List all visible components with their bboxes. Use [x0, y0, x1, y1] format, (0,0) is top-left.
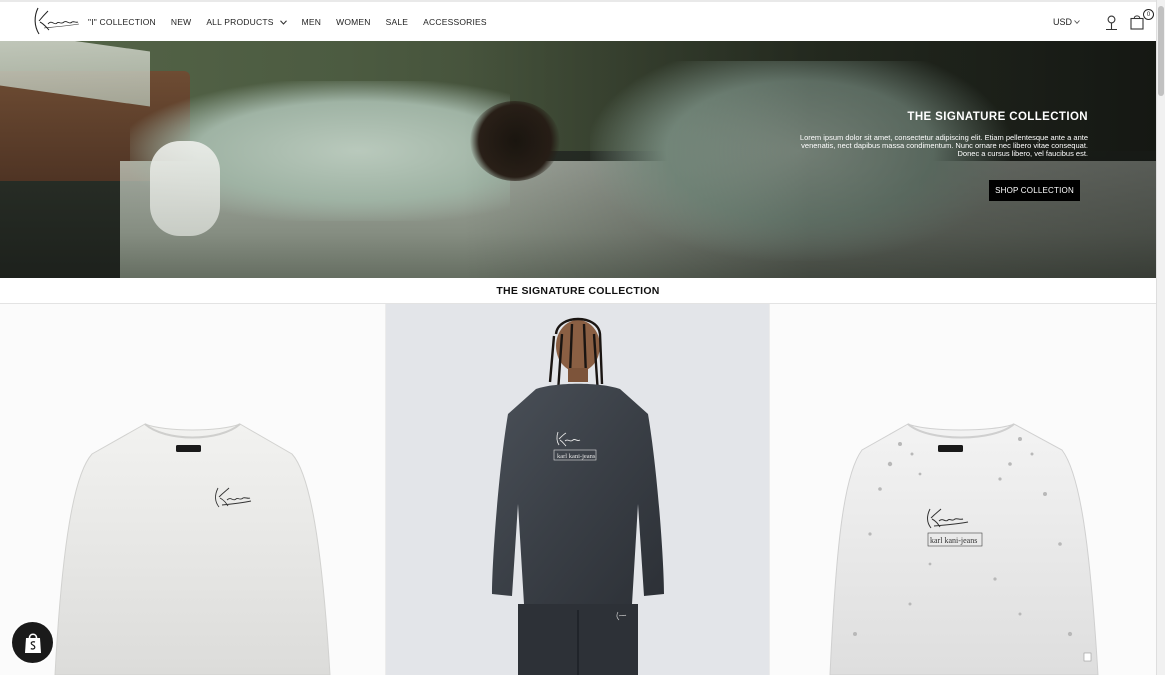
nav-label: All Products — [206, 17, 274, 27]
svg-text:karl kani-jeans: karl kani-jeans — [930, 536, 977, 545]
site-header: "I" Collection New All Products Men Wome… — [0, 0, 1156, 41]
nav-label: "I" Collection — [88, 17, 156, 27]
product-grid: karl kani-jeans karl kani-jeans — [0, 304, 1156, 675]
product-image-distressed-sweatshirt: karl kani-jeans — [829, 423, 1099, 675]
user-icon[interactable] — [1100, 10, 1122, 34]
scrollbar-thumb[interactable] — [1158, 6, 1164, 96]
nav-women[interactable]: Women — [336, 17, 371, 27]
currency-selector[interactable]: USD — [1053, 17, 1080, 27]
hero-overlay — [0, 41, 1156, 278]
product-image-white-sweatshirt — [54, 423, 331, 675]
hero-description: Lorem ipsum dolor sit amet, consectetur … — [799, 133, 1088, 158]
nav-label: Women — [336, 17, 371, 27]
hero-text-block: The Signature Collection Lorem ipsum dol… — [778, 111, 1088, 158]
page: "I" Collection New All Products Men Wome… — [0, 0, 1165, 675]
chevron-down-icon — [279, 18, 287, 27]
product-card[interactable]: karl kani-jeans — [386, 304, 770, 675]
nav-men[interactable]: Men — [302, 17, 322, 27]
section-title: The Signature Collection — [0, 278, 1156, 304]
currency-label: USD — [1052, 17, 1072, 27]
nav-label: New — [170, 17, 192, 27]
product-card[interactable] — [0, 304, 386, 675]
shopify-bag-icon[interactable] — [12, 622, 53, 663]
page-scrollbar[interactable] — [1156, 0, 1165, 675]
nav-label: Men — [301, 17, 322, 27]
cart-count-badge: 0 — [1143, 9, 1154, 20]
nav-sale[interactable]: Sale — [386, 17, 409, 27]
nav-all-products[interactable]: All Products — [206, 17, 287, 27]
nav-new[interactable]: New — [171, 17, 191, 27]
nav-label: Accessories — [423, 17, 487, 27]
hero-title: The Signature Collection — [907, 111, 1088, 123]
shopping-bag-icon[interactable]: 0 — [1126, 9, 1154, 34]
product-card[interactable]: karl kani-jeans — [770, 304, 1156, 675]
karl-kani-logo-icon[interactable] — [30, 4, 80, 38]
shop-collection-button[interactable]: Shop Collection — [989, 180, 1080, 201]
nav-label: Sale — [385, 17, 409, 27]
header-actions: USD 0 — [1053, 9, 1154, 34]
svg-text:karl kani-jeans: karl kani-jeans — [557, 453, 596, 460]
nav-accessories[interactable]: Accessories — [423, 17, 487, 27]
main-nav: "I" Collection New All Products Men Wome… — [88, 17, 502, 27]
product-image-model-sweatshirt: karl kani-jeans — [492, 317, 664, 675]
viewport: "I" Collection New All Products Men Wome… — [0, 0, 1156, 675]
chevron-down-icon — [1074, 19, 1080, 26]
hero-banner: The Signature Collection Lorem ipsum dol… — [0, 41, 1156, 278]
nav-i-collection[interactable]: "I" Collection — [88, 17, 156, 27]
